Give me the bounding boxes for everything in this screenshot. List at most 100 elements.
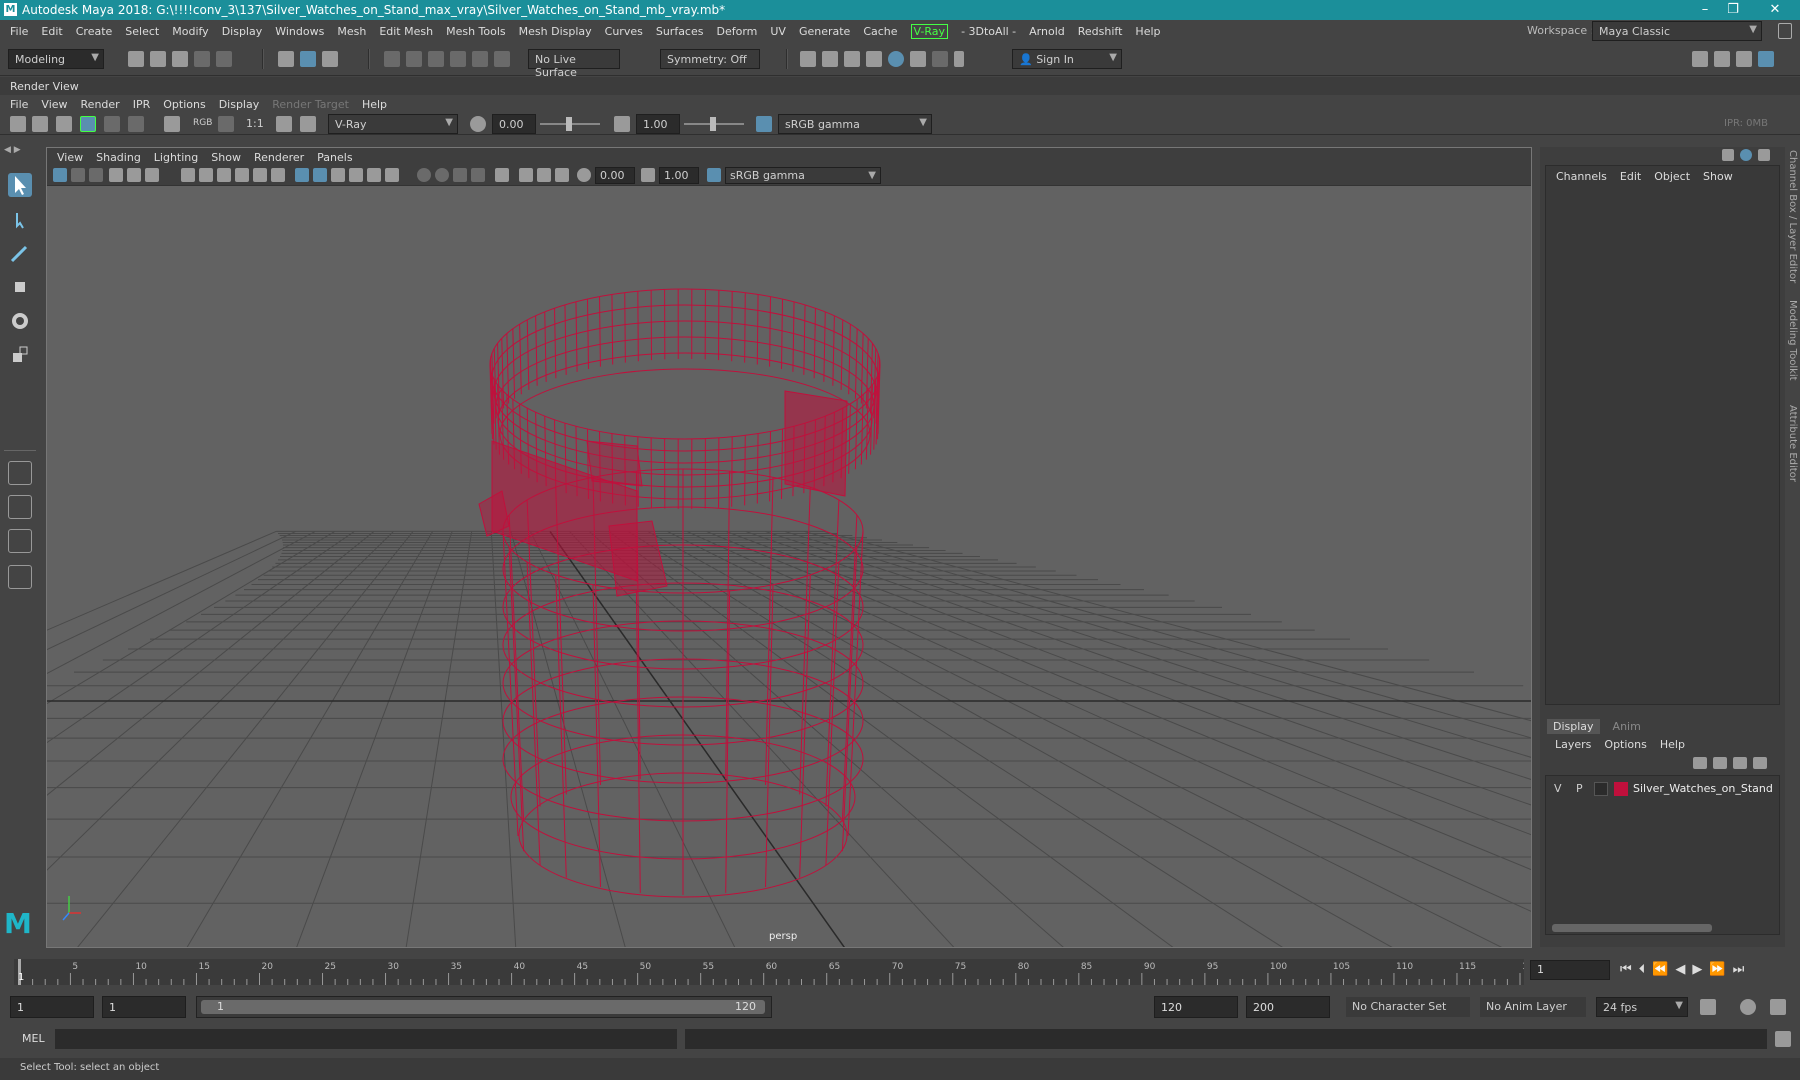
menu-surfaces[interactable]: Surfaces	[656, 25, 704, 38]
tab-anim[interactable]: Anim	[1613, 720, 1641, 733]
menu-cache[interactable]: Cache	[863, 25, 897, 38]
render-frame-icon[interactable]	[822, 51, 838, 67]
attribute-editor-icon[interactable]	[1714, 51, 1730, 67]
live-surface-field[interactable]: No Live Surface	[528, 49, 620, 79]
channel-box[interactable]: Channels Edit Object Show	[1545, 165, 1780, 705]
animation-end-field[interactable]: 200	[1246, 996, 1330, 1018]
rv-menu-render-target[interactable]: Render Target	[272, 98, 349, 111]
viewport-persp[interactable]: View Shading Lighting Show Renderer Pane…	[46, 147, 1532, 948]
menu-help[interactable]: Help	[1135, 25, 1160, 38]
rv-menu-view[interactable]: View	[41, 98, 67, 111]
anti-aliasing-icon[interactable]	[471, 168, 485, 182]
shelf-arrows-icon[interactable]: ◀ ▶	[4, 145, 21, 155]
playback-start-field[interactable]: 1	[102, 996, 186, 1018]
fps-dropdown[interactable]: 24 fps ▼	[1596, 997, 1688, 1017]
current-frame-field[interactable]: 1	[1530, 960, 1610, 980]
layer-menu-options[interactable]: Options	[1604, 738, 1646, 751]
bookmarks-icon[interactable]	[89, 168, 103, 182]
time-slider[interactable]: 5 10 15 20 25 30 35 40 45 50 55 60 65 70 75 80 85 90 95 100…	[0, 955, 1800, 989]
lasso-tool-icon[interactable]	[8, 207, 32, 231]
wireframe-on-shaded-icon[interactable]	[349, 168, 363, 182]
rgb-label[interactable]: RGB	[193, 118, 212, 128]
smooth-shade-icon[interactable]	[313, 168, 327, 182]
safe-action-icon[interactable]	[199, 168, 213, 182]
loop-icon[interactable]	[1700, 999, 1716, 1015]
single-view-layout-icon[interactable]	[8, 461, 32, 485]
cb-menu-show[interactable]: Show	[1703, 170, 1733, 183]
undo-icon[interactable]	[194, 51, 210, 67]
vray-ipr-icon[interactable]	[932, 51, 948, 67]
layer-scrollbar[interactable]	[1552, 924, 1712, 932]
vp-gamma-field[interactable]: 1.00	[659, 167, 699, 184]
select-camera-icon[interactable]	[53, 168, 67, 182]
step-back-icon[interactable]: ⏴	[1639, 962, 1653, 977]
layer-visibility-toggle[interactable]: V	[1554, 782, 1562, 795]
camera-attributes-icon[interactable]	[71, 168, 85, 182]
four-view-layout-icon[interactable]	[8, 495, 32, 519]
snap-surface-icon[interactable]	[472, 51, 488, 67]
ipr-render-icon[interactable]	[844, 51, 860, 67]
vp-colorspace-dropdown[interactable]: sRGB gamma ▼	[725, 167, 881, 184]
tab-channel-box-layer-editor[interactable]: Channel Box / Layer Editor	[1784, 150, 1798, 290]
menu-mesh[interactable]: Mesh	[337, 25, 366, 38]
motion-blur-icon[interactable]	[453, 168, 467, 182]
modeling-toolkit-icon[interactable]	[1692, 51, 1708, 67]
vp-menu-panels[interactable]: Panels	[317, 151, 352, 164]
auto-key-icon[interactable]	[1740, 999, 1756, 1015]
two-view-layout-icon[interactable]	[8, 529, 32, 553]
snap-grid-icon[interactable]	[384, 51, 400, 67]
shadows-icon[interactable]	[417, 168, 431, 182]
symmetry-dropdown[interactable]: Symmetry: Off	[660, 49, 760, 69]
open-scene-icon[interactable]	[150, 51, 166, 67]
vp-menu-lighting[interactable]: Lighting	[154, 151, 198, 164]
gate-mask-icon[interactable]	[235, 168, 249, 182]
alpha-icon[interactable]	[218, 116, 234, 132]
renderer-dropdown[interactable]: V-Ray ▼	[328, 114, 458, 134]
render-region-icon[interactable]	[32, 116, 48, 132]
snap-together-icon[interactable]	[494, 51, 510, 67]
vp-exposure-field[interactable]: 0.00	[595, 167, 635, 184]
scale-tool-icon[interactable]	[8, 343, 32, 367]
animation-start-field[interactable]: 1	[10, 996, 94, 1018]
refresh-ipr-icon[interactable]	[104, 116, 120, 132]
playback-end-field[interactable]: 120	[1154, 996, 1238, 1018]
menu-uv[interactable]: UV	[770, 25, 786, 38]
resolution-gate-icon[interactable]	[145, 168, 159, 182]
colorspace-dropdown[interactable]: sRGB gamma ▼	[778, 114, 932, 134]
xray-icon[interactable]	[519, 168, 533, 182]
new-layer-icon[interactable]	[1733, 757, 1747, 769]
safe-title-icon[interactable]	[217, 168, 231, 182]
hypershade-icon[interactable]	[888, 51, 904, 67]
menu-windows[interactable]: Windows	[275, 25, 324, 38]
exposure-field[interactable]: 0.00	[492, 114, 536, 134]
xray-joints-icon[interactable]	[537, 168, 551, 182]
color-management-icon[interactable]	[756, 116, 772, 132]
select-component-icon[interactable]	[322, 51, 338, 67]
scene-canvas[interactable]	[47, 186, 1532, 948]
step-back-key-icon[interactable]: ⏪	[1652, 962, 1675, 977]
anim-layer-dropdown[interactable]: No Anim Layer	[1480, 997, 1586, 1017]
lights-icon[interactable]	[385, 168, 399, 182]
pause-icon[interactable]	[954, 51, 964, 67]
layer-playback-toggle[interactable]: P	[1576, 782, 1583, 795]
vp-color-management-icon[interactable]	[707, 168, 721, 182]
gate-icon[interactable]	[271, 168, 285, 182]
rotate-tool-icon[interactable]	[8, 309, 32, 333]
field-chart-icon[interactable]	[253, 168, 267, 182]
menu-arnold[interactable]: Arnold	[1029, 25, 1065, 38]
play-back-icon[interactable]: ◀	[1675, 962, 1692, 977]
new-scene-icon[interactable]	[128, 51, 144, 67]
menu-create[interactable]: Create	[76, 25, 113, 38]
isolate-select-icon[interactable]	[495, 168, 509, 182]
time-ruler[interactable]: 5 10 15 20 25 30 35 40 45 50 55 60 65 70 75 80 85 90 95 100…	[14, 955, 1524, 989]
rv-menu-file[interactable]: File	[10, 98, 28, 111]
rv-menu-display[interactable]: Display	[219, 98, 260, 111]
mode-dropdown[interactable]: Modeling ▼	[8, 49, 104, 69]
menu-curves[interactable]: Curves	[605, 25, 643, 38]
step-forward-key-icon[interactable]: ⏩	[1709, 962, 1732, 977]
channel-box-icon[interactable]	[1758, 51, 1774, 67]
animation-preferences-icon[interactable]	[1770, 999, 1786, 1015]
sign-in-dropdown[interactable]: 👤 Sign In ▼	[1012, 49, 1122, 69]
axis-icon[interactable]	[1722, 149, 1734, 161]
select-tool-icon[interactable]	[8, 173, 32, 197]
